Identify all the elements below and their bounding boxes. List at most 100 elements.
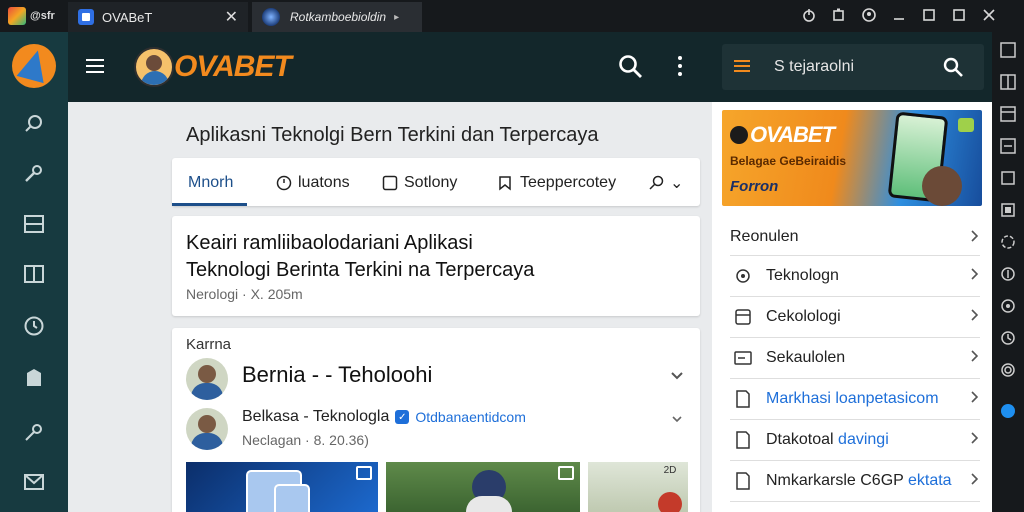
- sidebar-list: Reonulen Teknologn Cekolologi Sekaulolen: [730, 218, 980, 502]
- doc-icon: [736, 431, 750, 449]
- search-icon[interactable]: [942, 56, 964, 78]
- share-icon[interactable]: [1000, 266, 1016, 282]
- chevron-down-icon[interactable]: [672, 412, 682, 426]
- bookmark-icon[interactable]: [20, 364, 48, 392]
- menu-icon[interactable]: [86, 59, 104, 73]
- tab-label: luatons: [298, 174, 350, 191]
- list-item[interactable]: Markhasi loanpetasicom: [730, 379, 980, 420]
- close-tab-icon[interactable]: ✕: [225, 7, 238, 27]
- author-name[interactable]: Belkasa - Teknologla: [242, 408, 389, 426]
- post-date: Neclagan · 8. 20.36): [242, 432, 369, 448]
- site-header: OVABET: [68, 32, 712, 102]
- filter-more-button[interactable]: ⌄: [648, 172, 683, 194]
- tab-mnorh[interactable]: Mnorh: [171, 172, 248, 206]
- post-thumbnail[interactable]: 2D: [588, 462, 688, 512]
- headline-card[interactable]: Keairi ramliibaolodariani Aplikasi Tekno…: [172, 216, 700, 316]
- search-icon: [649, 175, 664, 190]
- app-badge-label: @sfr: [30, 10, 55, 22]
- clock-icon[interactable]: [20, 312, 48, 340]
- history-icon[interactable]: [1000, 330, 1016, 346]
- list-item-label: Cekolologi: [766, 308, 841, 325]
- list-item[interactable]: Cekolologi: [730, 297, 980, 338]
- filter-tabs: Mnorh luatons Sotlony Teeppercotey ⌄: [171, 158, 700, 206]
- box-icon: [382, 175, 398, 191]
- tab-label: OVABeT: [102, 9, 153, 25]
- banner-subtitle: Belagae GeBeiraidis: [730, 154, 847, 168]
- main-content: Aplikasni Teknolgi Bern Terkini dan Terp…: [68, 102, 712, 512]
- hand-image: [922, 166, 962, 206]
- tab-luatons[interactable]: luatons: [276, 172, 350, 194]
- list-item-label: Dtakotoal davingi: [766, 431, 889, 448]
- group-name[interactable]: Bernia - - Teholoohi: [242, 362, 432, 388]
- promo-banner[interactable]: OVABET Belagae GeBeiraidis Forron: [722, 110, 982, 206]
- gear-icon: [736, 269, 750, 283]
- tools-icon[interactable]: [20, 160, 48, 188]
- list-icon[interactable]: [1000, 138, 1016, 154]
- puzzle-icon[interactable]: [824, 8, 854, 25]
- list-item[interactable]: Nmkarkarsle C6GP ektata: [730, 461, 980, 502]
- list-item-label: Teknologn: [766, 267, 839, 284]
- chip-icon: [958, 118, 974, 132]
- book-icon[interactable]: [20, 260, 48, 288]
- site-logo-icon[interactable]: [12, 44, 56, 88]
- layout-icon[interactable]: [20, 210, 48, 238]
- group-avatar[interactable]: [186, 358, 228, 400]
- browser-tab-active[interactable]: OVABeT ✕: [68, 2, 248, 32]
- tag-icon: [499, 176, 511, 191]
- window-icon[interactable]: [1000, 42, 1016, 58]
- square-icon[interactable]: [1000, 170, 1016, 186]
- browser-tab-icon: [78, 9, 94, 25]
- author-avatar[interactable]: [186, 408, 228, 450]
- brand-name[interactable]: OVABET: [174, 50, 292, 84]
- restore-icon[interactable]: [914, 8, 944, 24]
- banner-brand: OVABET: [730, 122, 835, 148]
- list-item-label: Sekaulolen: [766, 349, 846, 366]
- notification-dot-icon[interactable]: [1001, 404, 1015, 418]
- clock-icon: [276, 175, 292, 191]
- list-item[interactable]: Reonulen: [730, 218, 980, 256]
- minimize-icon[interactable]: [884, 8, 914, 24]
- tab-label: Teeppercotey: [520, 174, 617, 191]
- power-icon[interactable]: [794, 8, 824, 25]
- person-head-image: [658, 492, 682, 512]
- link-icon[interactable]: [20, 418, 48, 446]
- tab-label: Sotlony: [404, 174, 458, 191]
- chevron-down-icon[interactable]: [670, 368, 684, 384]
- phone-image-icon: [274, 484, 310, 512]
- tab-teeppercotey[interactable]: Teeppercotey: [498, 172, 616, 194]
- post-thumbnail[interactable]: [186, 462, 378, 512]
- target-icon[interactable]: [1000, 298, 1016, 314]
- list-item-accent: davingi: [838, 431, 889, 448]
- panel-icon[interactable]: [1000, 106, 1016, 122]
- chevron-right-icon: [970, 391, 979, 406]
- sync-icon[interactable]: [1000, 234, 1016, 250]
- search-icon[interactable]: [618, 54, 644, 80]
- banner-footer: Forron: [730, 178, 779, 195]
- person-body-image: [466, 496, 512, 512]
- tab-label: Mnorh: [188, 174, 234, 191]
- more-icon[interactable]: [678, 56, 684, 80]
- tab-arrow-icon[interactable]: ▸: [394, 12, 399, 23]
- tab-sotlony[interactable]: Sotlony: [382, 172, 457, 194]
- grid-icon[interactable]: [1000, 74, 1016, 90]
- sidebar-search-box[interactable]: S tejaraolni: [722, 44, 984, 90]
- menu-icon[interactable]: [734, 60, 750, 72]
- brand-avatar-icon[interactable]: [134, 47, 174, 87]
- right-toolbar: [992, 32, 1024, 512]
- settings-icon[interactable]: [1000, 362, 1016, 378]
- mail-icon[interactable]: [20, 468, 48, 496]
- profile-icon[interactable]: [854, 7, 884, 25]
- close-window-icon[interactable]: [974, 8, 1004, 24]
- headline-meta: Nerologi · X. 205m: [186, 286, 303, 302]
- author-handle[interactable]: Otdbanaentidcom: [415, 409, 526, 425]
- maximize-icon[interactable]: [944, 8, 974, 24]
- list-item[interactable]: Sekaulolen: [730, 338, 980, 379]
- list-item[interactable]: Dtakotoal davingi: [730, 420, 980, 461]
- app-badge[interactable]: @sfr: [8, 6, 64, 26]
- chevron-right-icon: [970, 473, 979, 488]
- browser-tab-inactive[interactable]: Rotkamboebioldin ▸: [252, 2, 422, 32]
- search-icon[interactable]: [20, 110, 48, 138]
- list-item[interactable]: Teknologn: [730, 256, 980, 297]
- post-thumbnail[interactable]: [386, 462, 580, 512]
- layers-icon[interactable]: [1000, 202, 1016, 218]
